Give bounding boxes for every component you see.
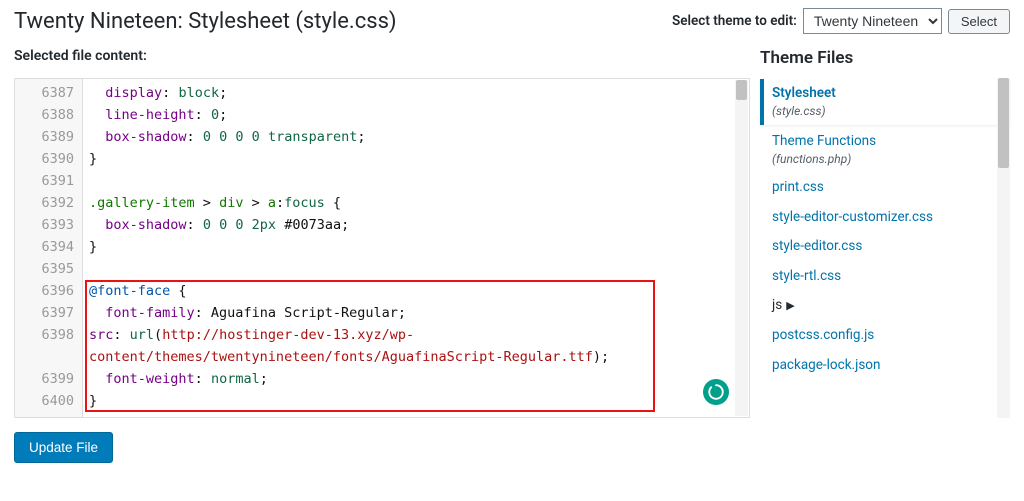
line-number: 6395 (15, 258, 82, 280)
code-line[interactable] (89, 258, 749, 280)
editor-scrollbar[interactable] (735, 80, 748, 416)
theme-file[interactable]: postcss.config.js (760, 321, 1010, 351)
code-line[interactable]: line-height: 0; (89, 104, 749, 126)
code-line[interactable]: } (89, 390, 749, 412)
line-number: 6392 (15, 192, 82, 214)
line-number: 6388 (15, 104, 82, 126)
theme-file[interactable]: style-editor.css (760, 232, 1010, 262)
theme-dropdown[interactable]: Twenty Nineteen (803, 8, 942, 34)
file-subname: (functions.php) (772, 152, 1000, 168)
select-theme-button[interactable]: Select (948, 9, 1010, 34)
theme-file[interactable]: package-lock.json (760, 351, 1010, 381)
line-number: 6398 (15, 324, 82, 346)
line-number: 6394 (15, 236, 82, 258)
file-subname: (style.css) (772, 104, 1000, 120)
code-line[interactable] (89, 170, 749, 192)
theme-file[interactable]: style-editor-customizer.css (760, 203, 1010, 233)
theme-folder[interactable]: js ▶ (760, 291, 1010, 321)
theme-file[interactable]: print.css (760, 173, 1010, 203)
line-number: 6387 (15, 82, 82, 104)
theme-file[interactable]: Theme Functions (functions.php) (760, 127, 1010, 173)
page-title: Twenty Nineteen: Stylesheet (style.css) (14, 9, 397, 34)
theme-selector: Select theme to edit: Twenty Nineteen Se… (672, 8, 1010, 34)
code-line[interactable]: @font-face { (89, 280, 749, 302)
code-line[interactable]: box-shadow: 0 0 0 0 transparent; (89, 126, 749, 148)
code-line[interactable]: display: block; (89, 82, 749, 104)
line-number: 6390 (15, 148, 82, 170)
chevron-right-icon: ▶ (786, 299, 794, 313)
selected-file-label: Selected file content: (14, 48, 147, 72)
theme-file[interactable]: style-rtl.css (760, 262, 1010, 292)
file-name: style-rtl.css (772, 268, 841, 284)
file-name: Theme Functions (772, 133, 876, 149)
code-line[interactable]: .gallery-item > div > a:focus { (89, 192, 749, 214)
file-name: package-lock.json (772, 357, 880, 373)
file-name: print.css (772, 179, 824, 195)
update-file-button[interactable]: Update File (14, 432, 113, 463)
files-scrollbar[interactable] (997, 78, 1010, 418)
line-number: 6391 (15, 170, 82, 192)
line-number: 6396 (15, 280, 82, 302)
code-body[interactable]: display: block; line-height: 0; box-shad… (83, 79, 749, 417)
line-number: 6399 (15, 368, 82, 390)
line-number: 6400 (15, 390, 82, 412)
file-name: postcss.config.js (772, 327, 874, 343)
theme-files-panel: Stylesheet (style.css) Theme Functions (fun… (760, 78, 1010, 418)
loading-spinner-icon (703, 379, 729, 405)
code-line[interactable]: font-weight: normal; (89, 368, 749, 390)
line-number: 6397 (15, 302, 82, 324)
file-name: style-editor.css (772, 238, 862, 254)
code-line[interactable]: } (89, 148, 749, 170)
file-name: js (772, 297, 782, 313)
file-name: Stylesheet (772, 85, 836, 101)
file-name: style-editor-customizer.css (772, 209, 933, 225)
theme-selector-label: Select theme to edit: (672, 13, 797, 29)
line-number-gutter: 6387638863896390639163926393639463956396… (15, 79, 83, 417)
code-line[interactable]: src: url(http://hostinger-dev-13.xyz/wp-… (89, 324, 749, 368)
theme-files-heading: Theme Files (760, 48, 1010, 68)
code-editor[interactable]: 6387638863896390639163926393639463956396… (14, 78, 750, 418)
code-line[interactable]: font-family: Aguafina Script-Regular; (89, 302, 749, 324)
code-line[interactable]: } (89, 236, 749, 258)
theme-file[interactable]: Stylesheet (style.css) (760, 79, 1010, 125)
line-number: 6393 (15, 214, 82, 236)
line-number: 6389 (15, 126, 82, 148)
code-line[interactable]: box-shadow: 0 0 0 2px #0073aa; (89, 214, 749, 236)
